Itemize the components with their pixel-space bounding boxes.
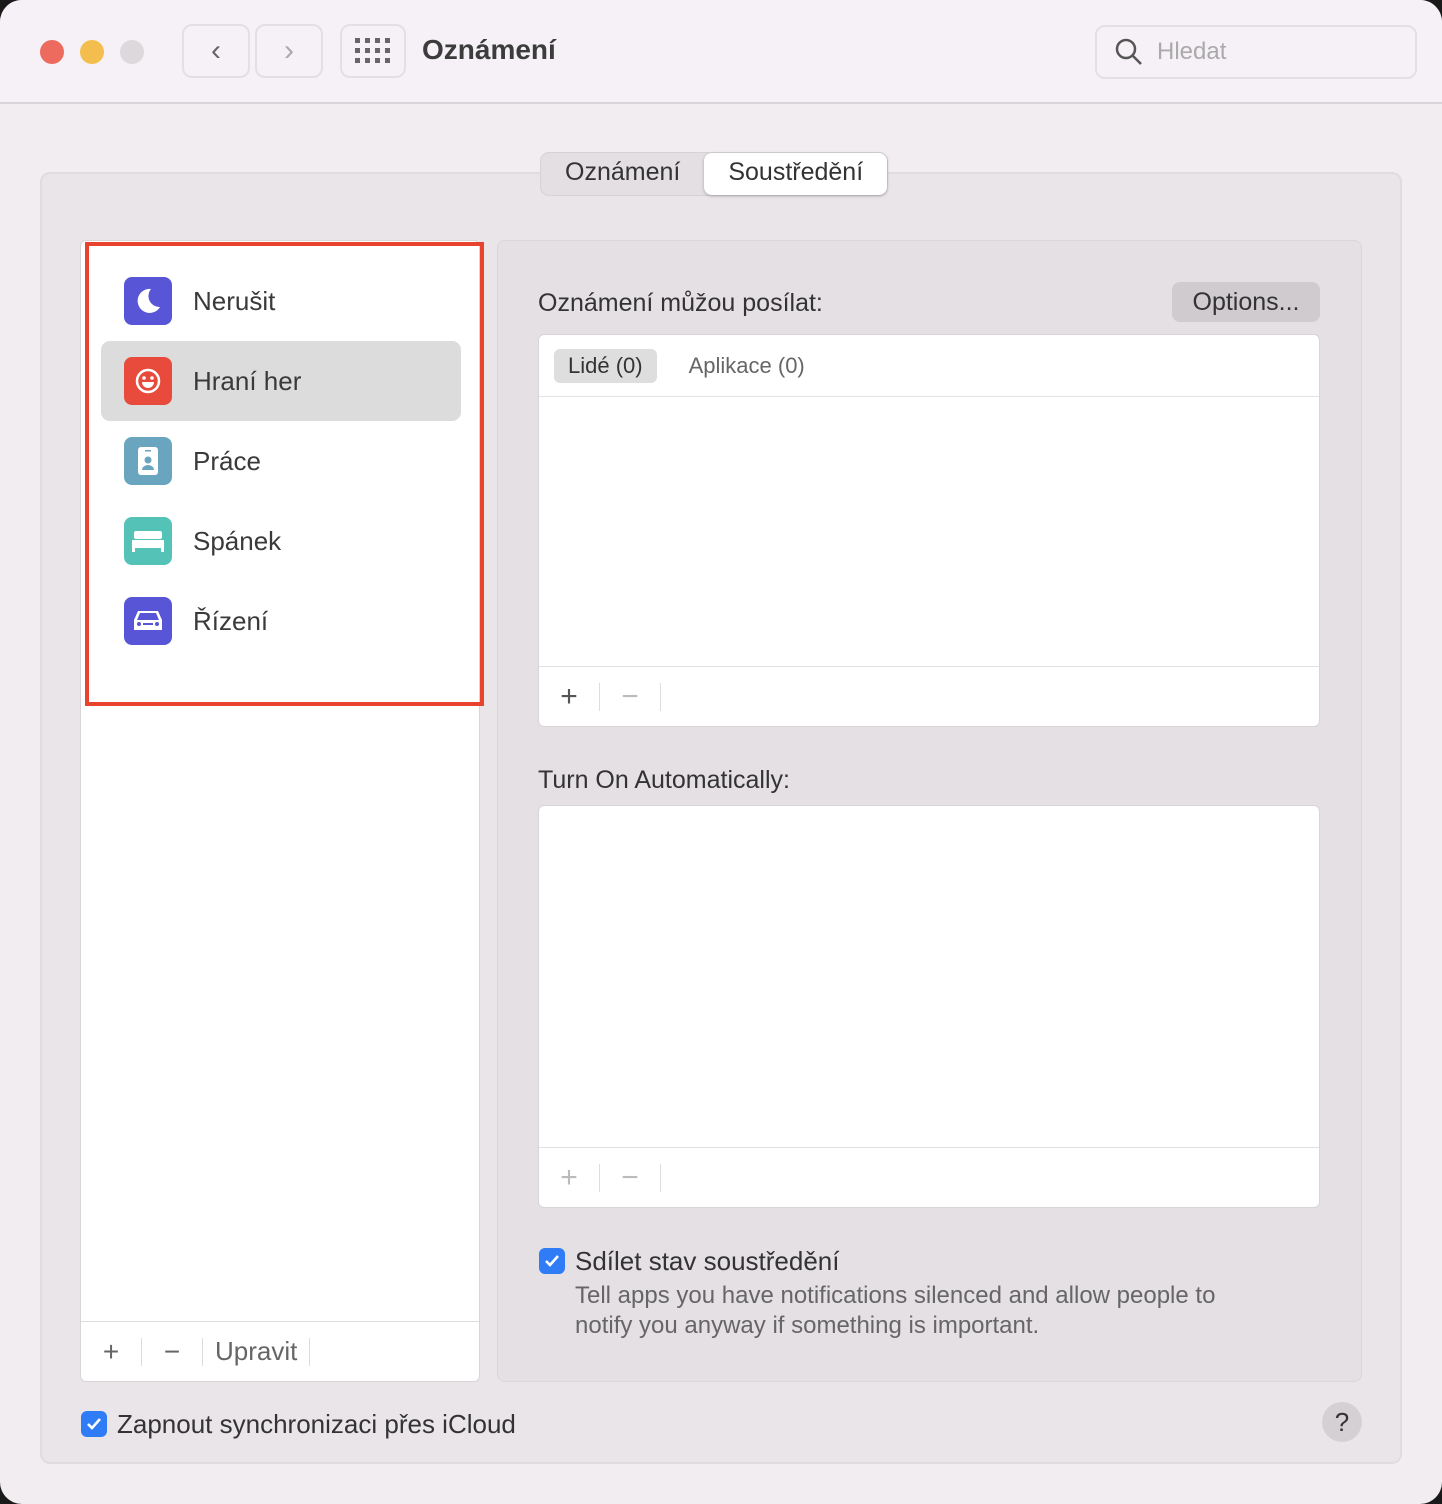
share-focus-label: Sdílet stav soustředění xyxy=(575,1246,840,1276)
auto-list: + − xyxy=(538,805,1320,1208)
help-button[interactable]: ? xyxy=(1322,1402,1362,1442)
remove-auto-button[interactable]: − xyxy=(600,1161,660,1195)
edit-focus-button[interactable]: Upravit xyxy=(203,1336,309,1367)
highlight-annotation xyxy=(85,242,484,706)
window-title: Oznámení xyxy=(422,34,556,65)
search-input[interactable]: Hledat xyxy=(1095,25,1417,79)
zoom-button[interactable] xyxy=(120,40,144,64)
search-placeholder: Hledat xyxy=(1157,38,1227,65)
share-focus-checkbox[interactable] xyxy=(539,1248,565,1274)
add-allowed-button[interactable]: + xyxy=(539,680,599,714)
forward-button[interactable]: › xyxy=(255,24,323,78)
allowed-list-footer: + − xyxy=(539,666,1319,726)
close-button[interactable] xyxy=(40,40,64,64)
share-focus-desc-1: Tell apps you have notifications silence… xyxy=(575,1282,1216,1309)
remove-allowed-button[interactable]: − xyxy=(600,680,660,714)
grid-icon xyxy=(355,38,390,63)
chevron-left-icon: ‹ xyxy=(211,34,221,67)
tab-focus[interactable]: Soustředění xyxy=(704,153,888,195)
options-button[interactable]: Options... xyxy=(1172,282,1320,322)
allowed-list: Lidé (0) Aplikace (0) + − xyxy=(538,334,1320,727)
window: ‹ › Oznámení Hledat Oznámení Soustředění… xyxy=(0,0,1442,1504)
minimize-button[interactable] xyxy=(80,40,104,64)
add-focus-button[interactable]: + xyxy=(81,1336,141,1368)
show-all-button[interactable] xyxy=(340,24,406,78)
chevron-right-icon: › xyxy=(284,34,294,67)
remove-focus-button[interactable]: − xyxy=(142,1336,202,1368)
subtab-people[interactable]: Lidé (0) xyxy=(554,348,657,383)
checkmark-icon xyxy=(87,1418,101,1430)
checkmark-icon xyxy=(545,1255,559,1267)
title-bar: ‹ › Oznámení Hledat xyxy=(0,0,1442,104)
back-button[interactable]: ‹ xyxy=(182,24,250,78)
auto-label: Turn On Automatically: xyxy=(538,766,790,794)
search-icon xyxy=(1115,38,1142,65)
icloud-sync-checkbox[interactable] xyxy=(81,1411,107,1437)
icloud-sync-label: Zapnout synchronizaci přes iCloud xyxy=(117,1409,516,1439)
auto-list-footer: + − xyxy=(539,1147,1319,1207)
tab-bar: Oznámení Soustředění xyxy=(540,152,889,196)
tab-notifications[interactable]: Oznámení xyxy=(541,153,704,195)
share-focus-desc-2: notify you anyway if something is import… xyxy=(575,1312,1040,1339)
allowed-label: Oznámení můžou posílat: xyxy=(538,289,823,317)
subtab-apps[interactable]: Aplikace (0) xyxy=(675,349,819,383)
add-auto-button[interactable]: + xyxy=(539,1161,599,1195)
list-footer: + − Upravit xyxy=(81,1321,479,1381)
